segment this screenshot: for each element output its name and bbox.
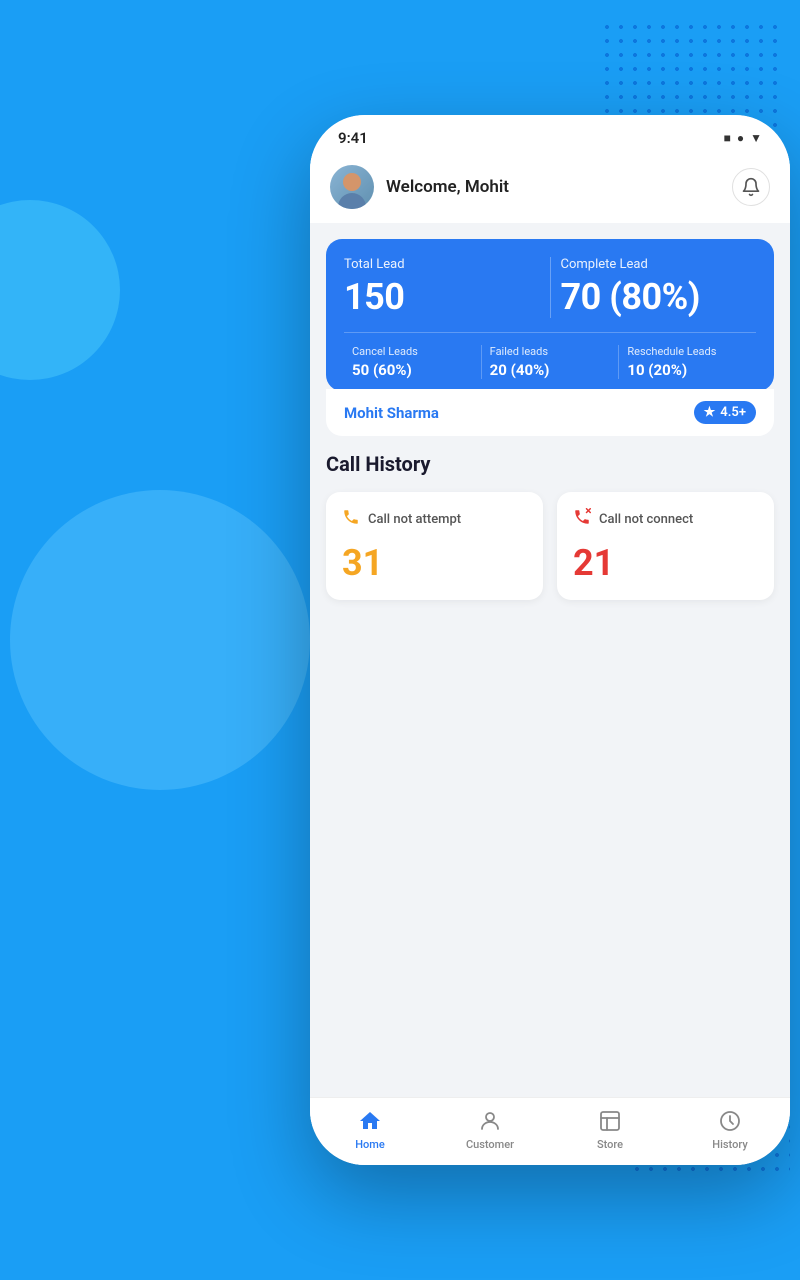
- rating-badge: ★ 4.5+: [694, 401, 756, 424]
- avatar-body: [338, 193, 366, 209]
- history-icon: [717, 1108, 743, 1134]
- lead-stats: Cancel Leads 50 (60%) Failed leads 20 (4…: [344, 332, 756, 391]
- star-icon: ★: [704, 405, 716, 420]
- phone-missed-icon: [573, 508, 591, 526]
- rating-value: 4.5+: [720, 405, 746, 420]
- bg-decoration-curve-left: [0, 200, 120, 380]
- bg-decoration-top-left: [10, 490, 310, 790]
- welcome-text: Welcome, Mohit: [386, 177, 509, 197]
- store-icon: [597, 1108, 623, 1134]
- home-icon: [357, 1108, 383, 1134]
- nav-label-history: History: [712, 1138, 747, 1151]
- store-icon-svg: [598, 1109, 622, 1133]
- nav-label-customer: Customer: [466, 1138, 514, 1151]
- bell-button[interactable]: [732, 168, 770, 206]
- call-not-attempt-card: Call not attempt 31: [326, 492, 543, 600]
- call-not-connect-label: Call not connect: [599, 512, 693, 527]
- phone-frame: 9:41 ■ ● ▼ Welcome, Mohit: [310, 115, 790, 1165]
- cancel-leads-label: Cancel Leads: [352, 345, 473, 358]
- nav-label-home: Home: [355, 1138, 385, 1151]
- lead-card-wrapper: Total Lead 150 Complete Lead 70 (80%) Ca…: [326, 239, 774, 436]
- call-not-attempt-value: 31: [342, 542, 527, 584]
- failed-leads-label: Failed leads: [490, 345, 611, 358]
- failed-leads-stat: Failed leads 20 (40%): [482, 345, 620, 379]
- total-lead-col: Total Lead 150: [344, 257, 540, 318]
- status-icons: ■ ● ▼: [724, 131, 762, 145]
- nav-item-customer[interactable]: Customer: [430, 1108, 550, 1151]
- customer-icon-svg: [478, 1109, 502, 1133]
- avatar: [330, 165, 374, 209]
- home-icon-svg: [358, 1109, 382, 1133]
- call-not-connect-icon: [573, 508, 591, 530]
- failed-leads-value: 20 (40%): [490, 361, 611, 379]
- nav-label-store: Store: [597, 1138, 623, 1151]
- reschedule-leads-stat: Reschedule Leads 10 (20%): [619, 345, 756, 379]
- complete-lead-col: Complete Lead 70 (80%): [561, 257, 757, 318]
- header-left: Welcome, Mohit: [330, 165, 509, 209]
- phone-icon: [342, 508, 360, 526]
- nav-item-home[interactable]: Home: [310, 1108, 430, 1151]
- battery-icon: ▼: [750, 131, 762, 145]
- total-lead-value: 150: [344, 276, 540, 318]
- app-content: Welcome, Mohit Total Lead 150: [310, 153, 790, 1165]
- call-history-row: Call not attempt 31 C: [326, 492, 774, 600]
- complete-lead-value: 70 (80%): [561, 276, 757, 318]
- bell-icon: [741, 177, 761, 197]
- call-not-connect-value: 21: [573, 542, 758, 584]
- profile-name: Mohit Sharma: [344, 404, 439, 422]
- call-not-attempt-header: Call not attempt: [342, 508, 527, 530]
- avatar-head: [343, 173, 361, 191]
- profile-row: Mohit Sharma ★ 4.5+: [326, 389, 774, 436]
- cancel-leads-stat: Cancel Leads 50 (60%): [344, 345, 482, 379]
- cancel-leads-value: 50 (60%): [352, 361, 473, 379]
- status-bar: 9:41 ■ ● ▼: [310, 115, 790, 153]
- history-icon-svg: [718, 1109, 742, 1133]
- call-not-connect-header: Call not connect: [573, 508, 758, 530]
- call-not-attempt-icon: [342, 508, 360, 530]
- reschedule-leads-label: Reschedule Leads: [627, 345, 748, 358]
- lead-card: Total Lead 150 Complete Lead 70 (80%) Ca…: [326, 239, 774, 391]
- lead-divider: [550, 257, 551, 318]
- wifi-icon: ●: [737, 131, 744, 145]
- call-history-title: Call History: [326, 452, 774, 476]
- call-not-connect-card: Call not connect 21: [557, 492, 774, 600]
- nav-item-history[interactable]: History: [670, 1108, 790, 1151]
- call-not-attempt-label: Call not attempt: [368, 512, 461, 527]
- lead-top: Total Lead 150 Complete Lead 70 (80%): [344, 257, 756, 318]
- nav-item-store[interactable]: Store: [550, 1108, 670, 1151]
- avatar-person: [338, 173, 366, 209]
- bottom-nav: Home Customer: [310, 1097, 790, 1165]
- complete-lead-label: Complete Lead: [561, 257, 757, 272]
- main-scroll: Total Lead 150 Complete Lead 70 (80%) Ca…: [310, 223, 790, 1097]
- total-lead-label: Total Lead: [344, 257, 540, 272]
- header: Welcome, Mohit: [310, 153, 790, 223]
- call-history-section: Call History: [326, 452, 774, 476]
- reschedule-leads-value: 10 (20%): [627, 361, 748, 379]
- signal-icon: ■: [724, 131, 731, 145]
- customer-icon: [477, 1108, 503, 1134]
- status-time: 9:41: [338, 129, 368, 147]
